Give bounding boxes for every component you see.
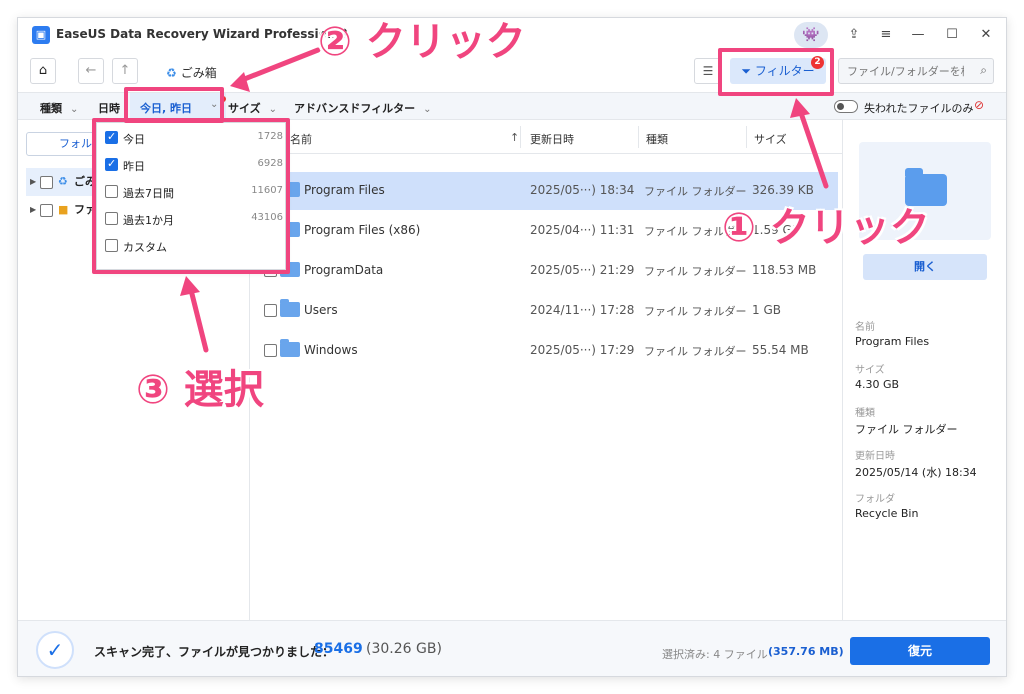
file-date: 2024/11···) 17:28 xyxy=(530,303,635,317)
file-name: Program Files (x86) xyxy=(304,223,421,237)
breadcrumb[interactable]: ♻ ごみ箱 xyxy=(166,64,217,81)
column-size[interactable]: サイズ xyxy=(754,131,787,147)
detail-size-value: 4.30 GB xyxy=(855,378,900,391)
folder-preview-icon xyxy=(905,168,947,206)
scan-complete-check-icon: ✓ xyxy=(36,631,74,669)
detail-name-label: 名前 xyxy=(855,322,875,333)
annotation-step-2: ② クリック xyxy=(318,19,526,65)
maximize-button[interactable]: ☐ xyxy=(940,24,964,46)
detail-type-value: ファイル フォルダー xyxy=(855,423,958,436)
detail-folder-label: フォルダ xyxy=(855,494,895,505)
annotation-box-dropdown xyxy=(92,118,290,274)
expand-arrow-icon[interactable]: ▶ xyxy=(30,196,36,224)
type-filter[interactable]: 種類 ⌄ xyxy=(40,100,78,116)
advanced-filter-label: アドバンスドフィルター xyxy=(294,102,416,115)
folder-icon: ■ xyxy=(58,203,69,216)
scan-total-size: (30.26 GB) xyxy=(366,641,442,657)
folder-icon xyxy=(280,339,300,357)
size-filter[interactable]: サイズ ⌄ xyxy=(228,100,277,116)
home-button[interactable]: ⌂ xyxy=(30,58,56,84)
file-name: Windows xyxy=(304,343,358,357)
annotation-box-filter-button xyxy=(718,48,834,96)
column-date[interactable]: 更新日時 xyxy=(530,131,574,147)
file-date: 2025/05···) 17:29 xyxy=(530,343,635,357)
detail-date-label: 更新日時 xyxy=(855,451,895,462)
tree-checkbox[interactable] xyxy=(40,204,53,217)
file-name: ProgramData xyxy=(304,263,384,277)
row-checkbox[interactable] xyxy=(264,344,277,357)
row-checkbox[interactable] xyxy=(264,304,277,317)
chevron-down-icon: ⌄ xyxy=(423,104,432,115)
file-size: 55.54 MB xyxy=(752,343,809,357)
size-filter-label: サイズ xyxy=(228,102,261,115)
breadcrumb-label: ごみ箱 xyxy=(180,66,217,80)
recycle-bin-icon: ♻ xyxy=(166,66,177,80)
column-type[interactable]: 種類 xyxy=(646,131,668,147)
type-filter-label: 種類 xyxy=(40,102,62,115)
tree-checkbox[interactable] xyxy=(40,176,53,189)
open-button[interactable]: 開く xyxy=(863,254,987,280)
expand-arrow-icon[interactable]: ▶ xyxy=(30,168,36,196)
file-row[interactable]: Users 2024/11···) 17:28 ファイル フォルダー 1 GB xyxy=(250,292,838,330)
file-date: 2025/05···) 18:34 xyxy=(530,183,635,197)
file-type: ファイル フォルダー xyxy=(644,185,747,198)
file-name: Program Files xyxy=(304,183,385,197)
sort-arrow-icon[interactable]: ↑ xyxy=(510,131,519,144)
restore-button[interactable]: 復元 xyxy=(850,637,990,665)
annotation-box-date-filter xyxy=(124,87,224,123)
file-type: ファイル フォルダー xyxy=(644,305,747,318)
search-input[interactable] xyxy=(839,59,964,83)
search-box[interactable]: ⌕ xyxy=(838,58,994,84)
file-name: Users xyxy=(304,303,338,317)
file-type: ファイル フォルダー xyxy=(644,345,747,358)
scan-file-count: 85469 xyxy=(314,641,363,657)
close-button[interactable]: ✕ xyxy=(974,24,998,46)
column-separator xyxy=(746,126,747,148)
selected-count: 選択済み: 4 ファイル xyxy=(662,648,768,661)
status-bar: ✓ スキャン完了、ファイルが見つかりました： 85469 (30.26 GB) … xyxy=(18,620,1006,676)
file-row[interactable]: Windows 2025/05···) 17:29 ファイル フォルダー 55.… xyxy=(250,332,838,370)
column-separator xyxy=(520,126,521,148)
minimize-button[interactable]: — xyxy=(906,24,930,46)
file-type: ファイル フォルダー xyxy=(644,265,747,278)
file-size: 118.53 MB xyxy=(752,263,817,277)
search-icon[interactable]: ⌕ xyxy=(980,63,987,78)
detail-name-value: Program Files xyxy=(855,335,930,348)
column-name[interactable]: 名前 xyxy=(290,131,312,147)
recycle-bin-icon: ♻ xyxy=(58,175,68,188)
column-separator xyxy=(638,126,639,148)
app-logo-icon: ▣ xyxy=(32,26,50,44)
detail-date-value: 2025/05/14 (水) 18:34 xyxy=(855,466,977,479)
file-date: 2025/05···) 21:29 xyxy=(530,263,635,277)
folder-icon xyxy=(280,299,300,317)
details-pane: 開く 名前 Program Files サイズ 4.30 GB 種類 ファイル … xyxy=(842,120,1006,620)
upload-icon[interactable]: ⇪ xyxy=(842,24,866,46)
back-button[interactable]: ← xyxy=(78,58,104,84)
detail-type-label: 種類 xyxy=(855,408,875,419)
file-date: 2025/04···) 11:31 xyxy=(530,223,635,237)
annotation-step-3: ③ 選択 xyxy=(136,367,264,413)
chevron-down-icon: ⌄ xyxy=(70,104,79,115)
annotation-step-1: ① クリック xyxy=(722,205,930,251)
lost-files-toggle[interactable] xyxy=(834,100,858,113)
avatar[interactable]: 👾 xyxy=(794,22,828,48)
file-size: 1 GB xyxy=(752,303,781,317)
file-list: 名前 ↑ 更新日時 種類 サイズ Program Files 2025/05··… xyxy=(250,120,842,620)
advanced-filter[interactable]: アドバンスドフィルター ⌄ xyxy=(294,100,432,116)
menu-icon[interactable]: ≡ xyxy=(874,24,898,46)
scan-status-text: スキャン完了、ファイルが見つかりました： xyxy=(94,645,335,659)
clear-filter-icon[interactable]: ⊘ xyxy=(974,98,984,112)
file-size: 326.39 KB xyxy=(752,183,814,197)
detail-folder-value: Recycle Bin xyxy=(855,507,919,520)
selected-size: (357.76 MB) xyxy=(768,645,844,658)
column-header: 名前 ↑ 更新日時 種類 サイズ xyxy=(250,120,842,154)
file-row[interactable]: ProgramData 2025/05···) 21:29 ファイル フォルダー… xyxy=(250,252,838,290)
detail-size-label: サイズ xyxy=(855,365,885,376)
chevron-down-icon: ⌄ xyxy=(268,104,278,115)
date-filter-label: 日時 xyxy=(98,102,120,115)
up-button[interactable]: ↑ xyxy=(112,58,138,84)
lost-files-label: 失われたファイルのみ xyxy=(864,102,974,115)
app-title: EaseUS Data Recovery Wizard Professional xyxy=(56,27,348,41)
